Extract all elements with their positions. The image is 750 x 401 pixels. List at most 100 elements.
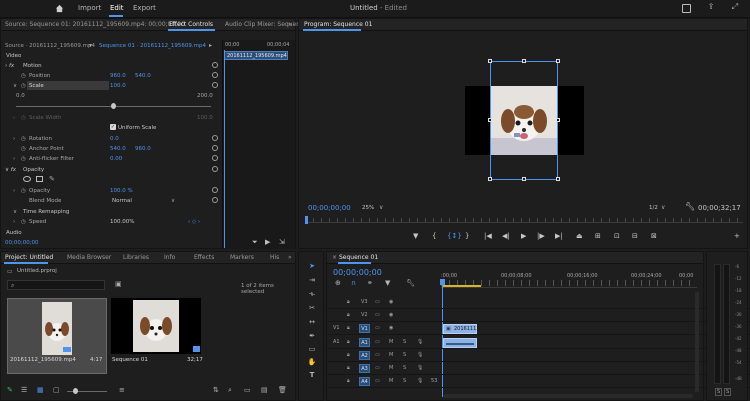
- tab-source[interactable]: Source: Sequence 01: 20161112_195609.mp4…: [5, 21, 185, 28]
- transform-handle[interactable]: [488, 118, 492, 122]
- list-view-icon[interactable]: ☰: [21, 386, 27, 394]
- reset-icon[interactable]: [212, 145, 218, 151]
- mic-icon[interactable]: 🎙︎: [417, 378, 423, 384]
- add-marker-icon[interactable]: ▼: [413, 232, 418, 240]
- reset-icon[interactable]: [212, 155, 218, 161]
- tab-sequence-01[interactable]: Sequence 01: [339, 254, 378, 261]
- sync-lock-icon[interactable]: ▭: [375, 325, 380, 331]
- solo-button[interactable]: S: [403, 378, 406, 384]
- eye-icon[interactable]: ◉: [389, 325, 393, 331]
- program-title[interactable]: Program: Sequence 01: [304, 21, 372, 28]
- new-bin-icon[interactable]: ▣: [115, 280, 122, 288]
- dropdown-arrow-icon[interactable]: ∨: [379, 204, 383, 211]
- mic-icon[interactable]: 🎙︎: [417, 365, 423, 371]
- share-icon[interactable]: ⇪: [706, 3, 716, 13]
- track-target-a2[interactable]: A2: [359, 351, 370, 360]
- rotation-value[interactable]: 0.0: [110, 136, 119, 142]
- step-back-icon[interactable]: ◀|: [502, 232, 510, 240]
- dropdown-arrow-icon[interactable]: ∨: [661, 204, 665, 211]
- track-label[interactable]: V3: [361, 299, 368, 305]
- hand-tool-icon[interactable]: ✋: [306, 358, 318, 368]
- expand-arrow-icon[interactable]: ∨: [13, 83, 17, 89]
- mark-in-icon[interactable]: {: [432, 232, 436, 240]
- project-item-sequence[interactable]: [111, 298, 201, 354]
- lock-icon[interactable]: 🔒︎: [347, 339, 350, 345]
- transform-handle[interactable]: [556, 118, 560, 122]
- filter-icon[interactable]: ⏷: [252, 238, 258, 247]
- lock-icon[interactable]: 🔒︎: [347, 325, 350, 331]
- tab-libraries[interactable]: Libraries: [123, 254, 149, 261]
- expand-icon[interactable]: ⤢: [730, 3, 740, 13]
- sequence-clip-dropdown[interactable]: Sequence 01 · 20161112_195609.mp4: [99, 43, 206, 49]
- dropdown-arrow-icon[interactable]: ▾: [89, 42, 92, 49]
- mute-button[interactable]: M: [389, 352, 393, 358]
- ec-timecode[interactable]: 00;00;00;00: [5, 240, 39, 246]
- track-label[interactable]: V2: [361, 312, 368, 318]
- sync-lock-icon[interactable]: ▭: [375, 299, 380, 305]
- stopwatch-icon[interactable]: ◷: [21, 73, 26, 79]
- new-item-icon[interactable]: ▤: [261, 386, 268, 394]
- go-to-in-icon[interactable]: |◀: [484, 232, 492, 240]
- stopwatch-icon[interactable]: ◷: [21, 188, 26, 194]
- audio-clip[interactable]: [443, 338, 477, 348]
- selection-tool-icon[interactable]: ➤: [306, 262, 318, 272]
- track-target-v1[interactable]: V1: [359, 324, 370, 333]
- expand-arrow-icon[interactable]: ›: [13, 156, 15, 162]
- transform-handle[interactable]: [488, 59, 492, 63]
- export-tab[interactable]: Export: [133, 4, 156, 12]
- lock-icon[interactable]: 🔒︎: [347, 365, 350, 371]
- track-target-a1[interactable]: A1: [359, 338, 370, 347]
- extract-icon[interactable]: ⊞: [595, 232, 601, 240]
- time-ruler[interactable]: :00;00 00;00;08;00 00;00;16;00 00;00;24;…: [441, 272, 697, 288]
- close-icon[interactable]: ×: [332, 254, 337, 261]
- import-tab[interactable]: Import: [78, 4, 101, 12]
- mute-button[interactable]: M: [389, 339, 393, 345]
- lock-icon[interactable]: 🔒︎: [347, 378, 350, 384]
- reset-icon[interactable]: [212, 187, 218, 193]
- play-only-icon[interactable]: ▸: [209, 42, 212, 49]
- eye-icon[interactable]: ◉: [389, 312, 393, 318]
- reset-icon[interactable]: [212, 62, 218, 68]
- ec-playhead[interactable]: [224, 50, 225, 248]
- mic-icon[interactable]: 🎙︎: [417, 352, 423, 358]
- lock-icon[interactable]: 🔒︎: [347, 352, 350, 358]
- reset-icon[interactable]: [212, 72, 218, 78]
- play-audio-icon[interactable]: ▶: [265, 238, 270, 246]
- linked-selection-icon[interactable]: ⚭: [367, 279, 373, 287]
- sync-lock-icon[interactable]: ▭: [375, 365, 380, 371]
- automate-icon[interactable]: ⇅: [213, 386, 219, 394]
- reset-icon[interactable]: [212, 82, 218, 88]
- solo-button[interactable]: S: [403, 352, 406, 358]
- dropdown-arrow-icon[interactable]: ∨: [171, 198, 175, 204]
- solo-left-button[interactable]: S: [715, 388, 723, 396]
- track-select-tool-icon[interactable]: ⇥: [306, 276, 318, 286]
- nest-icon[interactable]: ⊕: [335, 279, 341, 287]
- mute-button[interactable]: M: [389, 378, 393, 384]
- scale-slider-knob[interactable]: [111, 103, 116, 109]
- more-tabs-icon[interactable]: »: [288, 254, 292, 261]
- reset-icon[interactable]: [212, 135, 218, 141]
- vr-view-icon[interactable]: ⊠: [651, 232, 657, 240]
- transform-handle[interactable]: [488, 177, 492, 181]
- scale-value[interactable]: 100.0: [110, 83, 126, 89]
- add-button-icon[interactable]: +: [734, 232, 740, 240]
- expand-arrow-icon[interactable]: ∨: [13, 209, 17, 215]
- program-playhead[interactable]: [305, 216, 308, 224]
- track-target-a3[interactable]: A3: [359, 364, 370, 373]
- zoom-dropdown[interactable]: 25%: [362, 205, 374, 211]
- rectangle-mask-icon[interactable]: [36, 176, 43, 182]
- ec-clip-bar[interactable]: 20161112_195609.mp4: [224, 51, 288, 60]
- uniform-scale-checkbox[interactable]: ✓: [110, 124, 116, 130]
- export-frame-icon[interactable]: ⇲: [279, 238, 285, 246]
- mute-button[interactable]: M: [389, 365, 393, 371]
- tab-effects[interactable]: Effects: [194, 254, 214, 261]
- rectangle-tool-icon[interactable]: ▭: [306, 345, 318, 355]
- pen-mask-icon[interactable]: ✎: [49, 175, 55, 183]
- eye-icon[interactable]: ◉: [389, 299, 393, 305]
- play-icon[interactable]: ▶: [521, 232, 526, 240]
- stopwatch-icon[interactable]: ◷: [21, 156, 26, 162]
- timeline-horizontal-scrollbar[interactable]: [443, 394, 693, 398]
- solo-right-button[interactable]: S: [724, 388, 732, 396]
- find-icon[interactable]: ⌕: [228, 386, 232, 395]
- transform-bounding-box[interactable]: [490, 61, 558, 180]
